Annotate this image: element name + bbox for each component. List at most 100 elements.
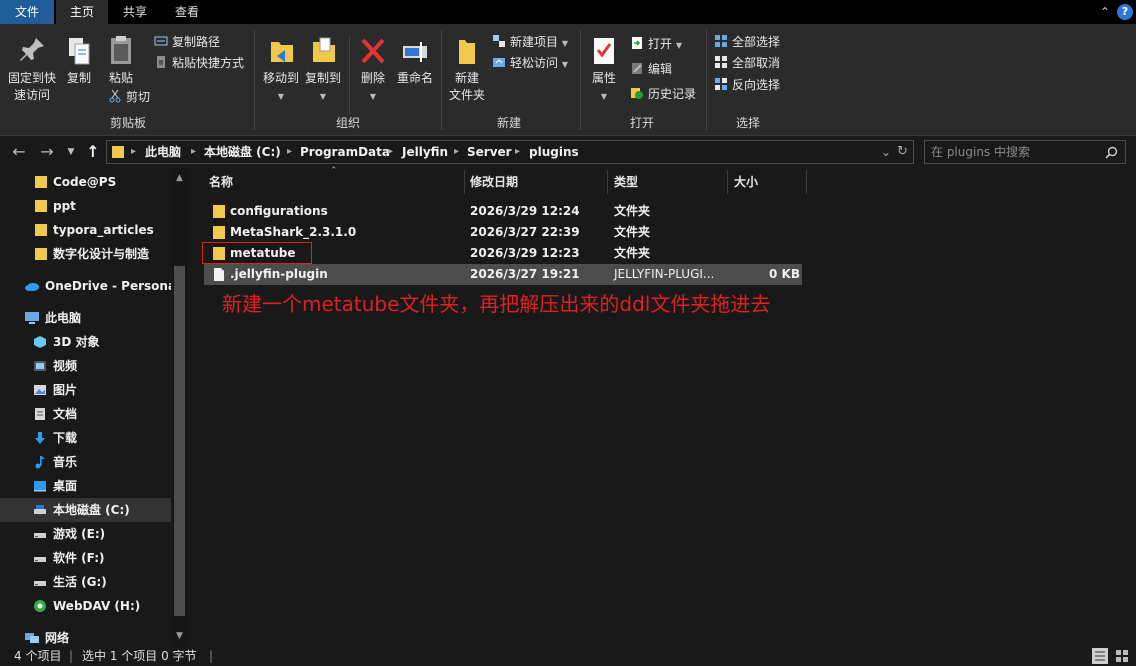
open-button[interactable]: 打开 ▼	[630, 34, 682, 54]
open-icon	[632, 37, 642, 49]
tab-file[interactable]: 文件	[0, 0, 54, 24]
file-type: 文件夹	[614, 204, 651, 218]
new-group-label: 新建	[496, 116, 521, 130]
status-selection: 选中 1 个项目 0 字节	[82, 649, 197, 663]
refresh-icon[interactable]: ↻	[897, 141, 908, 163]
copy-to-button[interactable]: 复制到 ▼	[302, 34, 344, 105]
select-all-button[interactable]: 全部选择	[714, 32, 780, 52]
paste-shortcut-button[interactable]: 粘贴快捷方式	[154, 53, 244, 73]
file-date: 2026/3/27 22:39	[470, 225, 580, 239]
breadcrumb-plugins[interactable]: plugins	[529, 141, 579, 163]
organize-group-label: 组织	[335, 116, 360, 130]
cloud-icon	[25, 283, 39, 291]
sidebar-item-label: OneDrive - Personal	[45, 279, 181, 293]
breadcrumb-this-pc[interactable]: 此电脑	[145, 141, 181, 163]
scroll-thumb[interactable]	[174, 266, 185, 616]
sidebar-item-label: 下载	[53, 431, 78, 445]
column-header-type[interactable]: 类型	[614, 168, 638, 196]
recent-locations-chevron-icon[interactable]: ▼	[62, 142, 80, 162]
address-dropdown-chevron-icon[interactable]: ⌄	[881, 141, 891, 163]
pin-quick-access-button[interactable]: 固定到快 速访问	[6, 34, 58, 104]
sidebar-item-games-e[interactable]: 游戏 (E:)	[0, 522, 171, 546]
tab-home[interactable]: 主页	[56, 0, 108, 24]
column-divider[interactable]	[806, 170, 807, 194]
up-arrow-icon[interactable]: ↑	[84, 142, 102, 162]
breadcrumb-programdata[interactable]: ProgramData	[300, 141, 390, 163]
breadcrumb-separator: ▸	[287, 146, 293, 157]
file-list: ⌃ 名称 修改日期 类型 大小 configurations 2026/3/29…	[190, 166, 1136, 646]
tab-view[interactable]: 查看	[162, 0, 212, 24]
sidebar-item-desktop[interactable]: 桌面	[0, 474, 171, 498]
search-box[interactable]	[924, 140, 1126, 164]
search-input[interactable]	[931, 143, 1101, 161]
sidebar-item-label: 游戏 (E:)	[53, 527, 106, 541]
sidebar-item-this-pc[interactable]: 此电脑	[0, 306, 171, 330]
delete-x-icon	[361, 38, 385, 64]
column-divider[interactable]	[464, 170, 465, 194]
sidebar-item-software-f[interactable]: 软件 (F:)	[0, 546, 171, 570]
sidebar-item-onedrive[interactable]: OneDrive - Personal	[0, 274, 180, 298]
help-icon[interactable]: ?	[1117, 4, 1133, 20]
address-bar[interactable]: ▸ 此电脑 ▸ 本地磁盘 (C:) ▸ ProgramData ▸ Jellyf…	[106, 140, 914, 164]
sidebar-item-videos[interactable]: 视频	[0, 354, 171, 378]
sidebar-item-typora-articles[interactable]: typora_articles	[0, 218, 171, 242]
file-row-jellyfin-plugin[interactable]: .jellyfin-plugin 2026/3/27 19:21 JELLYFI…	[204, 264, 802, 285]
clipboard-group-label: 剪贴板	[109, 116, 146, 130]
history-button[interactable]: 历史记录	[630, 84, 696, 104]
file-row-metashark[interactable]: MetaShark_2.3.1.0 2026/3/27 22:39 文件夹	[204, 222, 804, 243]
breadcrumb-local-disk[interactable]: 本地磁盘 (C:)	[204, 141, 281, 163]
move-to-button[interactable]: 移动到 ▼	[260, 34, 302, 105]
cut-button[interactable]: 剪切	[108, 87, 150, 107]
sidebar-item-local-disk-c[interactable]: 本地磁盘 (C:)	[0, 498, 171, 522]
file-name: .jellyfin-plugin	[230, 267, 328, 281]
select-none-button[interactable]: 全部取消	[714, 53, 780, 73]
file-row-configurations[interactable]: configurations 2026/3/29 12:24 文件夹	[204, 201, 804, 222]
column-header-size[interactable]: 大小	[734, 168, 758, 196]
sidebar-item-music[interactable]: 音乐	[0, 450, 171, 474]
paste-button[interactable]: 粘贴	[104, 34, 138, 87]
tab-share[interactable]: 共享	[110, 0, 160, 24]
copy-to-label: 复制到	[304, 71, 341, 85]
sidebar-item-webdav-h[interactable]: WebDAV (H:)	[0, 594, 171, 618]
easy-access-button[interactable]: 轻松访问 ▼	[492, 53, 568, 73]
sidebar-item-documents[interactable]: 文档	[0, 402, 171, 426]
forward-arrow-icon[interactable]: →	[38, 142, 56, 162]
column-header-date[interactable]: 修改日期	[470, 168, 518, 196]
sidebar-item-digital-design[interactable]: 数字化设计与制造	[0, 242, 171, 266]
new-item-button[interactable]: 新建项目 ▼	[492, 32, 568, 52]
status-divider: |	[209, 649, 214, 663]
details-view-icon[interactable]	[1092, 648, 1108, 664]
copy-button[interactable]: 复制	[62, 34, 96, 87]
new-folder-button[interactable]: 新建 文件夹	[446, 34, 488, 104]
drive-icon	[34, 557, 46, 562]
sidebar-scrollbar[interactable]: ▲ ▼	[171, 168, 188, 646]
collapse-ribbon-icon[interactable]: ⌃	[1097, 4, 1113, 20]
sidebar-item-life-g[interactable]: 生活 (G:)	[0, 570, 171, 594]
large-icons-view-icon[interactable]	[1114, 648, 1130, 664]
column-divider[interactable]	[727, 170, 728, 194]
copy-path-icon	[154, 36, 168, 46]
properties-button[interactable]: 属性 ▼	[586, 34, 622, 105]
network-icon	[25, 633, 39, 643]
column-header-name[interactable]: 名称	[209, 168, 233, 196]
open-label: 打开	[648, 37, 673, 51]
sidebar-item-pictures[interactable]: 图片	[0, 378, 171, 402]
sidebar-item-ppt[interactable]: ppt	[0, 194, 171, 218]
rename-icon	[403, 42, 427, 62]
search-icon[interactable]	[1105, 146, 1118, 159]
scroll-up-arrow-icon[interactable]: ▲	[171, 170, 188, 186]
sidebar-item-downloads[interactable]: 下载	[0, 426, 171, 450]
copy-path-button[interactable]: 复制路径	[154, 32, 220, 52]
rename-button[interactable]: 重命名	[394, 34, 436, 87]
invert-selection-button[interactable]: 反向选择	[714, 75, 780, 95]
delete-button[interactable]: 删除 ▼	[356, 34, 390, 105]
scroll-down-arrow-icon[interactable]: ▼	[171, 628, 188, 644]
folder-icon	[35, 248, 47, 260]
breadcrumb-server[interactable]: Server	[467, 141, 512, 163]
sidebar-item-code-ps[interactable]: Code@PS	[0, 170, 171, 194]
sidebar-item-3d-objects[interactable]: 3D 对象	[0, 330, 171, 354]
column-divider[interactable]	[607, 170, 608, 194]
edit-button[interactable]: 编辑	[630, 59, 672, 79]
breadcrumb-jellyfin[interactable]: Jellyfin	[402, 141, 448, 163]
back-arrow-icon[interactable]: ←	[10, 142, 28, 162]
